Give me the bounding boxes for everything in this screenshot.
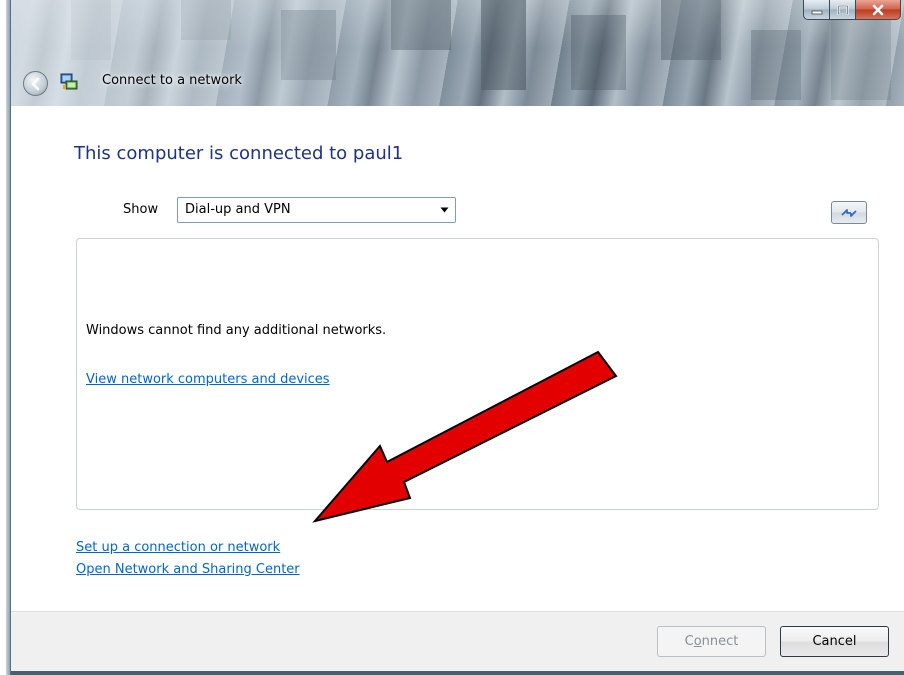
network-sharing-center-link[interactable]: Open Network and Sharing Center [76, 562, 300, 577]
annotation-arrow [312, 350, 618, 523]
chevron-down-icon [433, 198, 455, 222]
caption-buttons [803, 0, 901, 20]
connect-label-end: nnect [701, 634, 739, 649]
show-dropdown[interactable]: Dial-up and VPN [177, 197, 456, 223]
close-icon [872, 4, 884, 15]
minimize-icon [811, 10, 822, 14]
background-strip [0, 0, 10, 675]
connect-label-accesskey: o [693, 634, 702, 649]
view-network-devices-link[interactable]: View network computers and devices [86, 372, 330, 387]
dialog-footer: Co nnect Cancel [11, 611, 904, 675]
show-dropdown-value: Dial-up and VPN [185, 202, 291, 217]
setup-connection-link[interactable]: Set up a connection or network [76, 540, 280, 555]
refresh-button[interactable] [831, 201, 867, 224]
show-label: Show [123, 202, 159, 217]
no-networks-message: Windows cannot find any additional netwo… [86, 323, 387, 338]
title-bar[interactable]: Connect to a network [11, 0, 904, 106]
window-title: Connect to a network [102, 73, 242, 88]
connect-button[interactable]: Co nnect [657, 626, 766, 657]
back-button[interactable] [23, 71, 48, 96]
refresh-icon [841, 208, 857, 217]
connect-label-start: C [684, 634, 694, 649]
cancel-button[interactable]: Cancel [780, 626, 889, 657]
page-title: This computer is connected to paul1 [74, 143, 404, 164]
connect-to-network-window: Connect to a network This computer is co… [10, 0, 904, 675]
maximize-icon [837, 4, 848, 15]
red-arrow-shape [312, 350, 618, 523]
maximize-button[interactable] [830, 0, 856, 20]
window-bottom-border [11, 671, 904, 675]
minimize-button[interactable] [803, 0, 830, 20]
back-arrow-icon [31, 77, 39, 90]
close-button[interactable] [856, 0, 901, 20]
network-icon [60, 73, 78, 90]
